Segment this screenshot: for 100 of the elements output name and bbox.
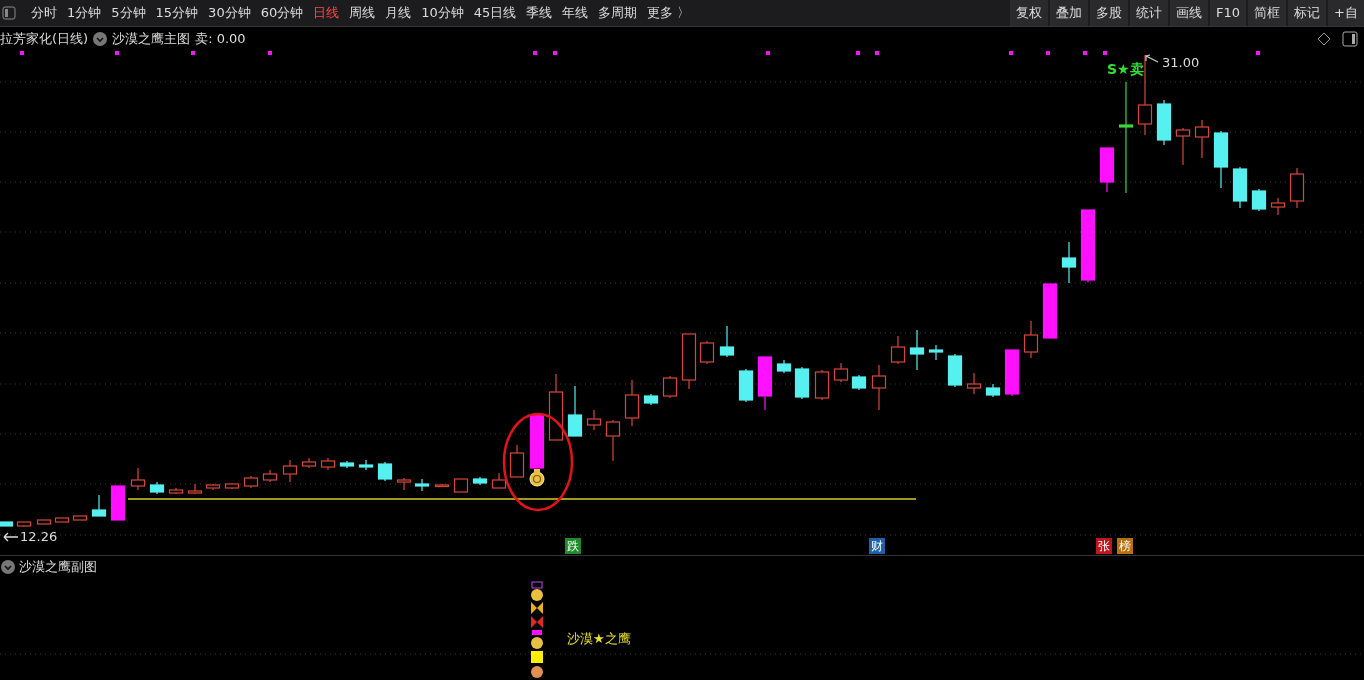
candlestick: [662, 375, 678, 399]
candlestick: [586, 409, 602, 431]
candlestick: [567, 385, 583, 437]
candlestick: [643, 393, 659, 406]
panel-toggle-icon[interactable]: [2, 6, 16, 20]
sub-pane-title: 沙漠之鹰副图: [19, 558, 97, 576]
period-tab[interactable]: 分时: [26, 4, 62, 22]
candlestick: [1270, 197, 1286, 216]
candlestick: [1194, 119, 1210, 159]
dropdown-icon[interactable]: [1, 560, 15, 574]
toolbar-button[interactable]: +自: [1328, 0, 1364, 26]
price-label: 31.00: [1162, 55, 1200, 70]
toolbar-button[interactable]: F10: [1210, 0, 1247, 26]
diamond-icon[interactable]: [1317, 31, 1331, 46]
candlestick: [0, 521, 14, 527]
period-tab[interactable]: 季线: [521, 4, 558, 22]
dropdown-icon[interactable]: [93, 31, 108, 46]
candlestick: [110, 485, 126, 521]
candlestick: [1175, 127, 1191, 166]
candlestick: [16, 521, 32, 528]
period-tab[interactable]: 5分钟: [106, 4, 151, 22]
money-bag-icon: [529, 469, 545, 487]
candlestick: [1232, 166, 1248, 209]
toolbar-button[interactable]: 简框: [1248, 0, 1287, 26]
period-tab[interactable]: 15分钟: [150, 4, 204, 22]
candlestick: [434, 483, 450, 488]
period-tab[interactable]: 月线: [380, 4, 417, 22]
arrow-icon: [1145, 54, 1159, 63]
candlestick: [282, 459, 298, 483]
candlestick: [91, 494, 107, 517]
candlestick: [301, 457, 317, 469]
event-tag[interactable]: 张: [1096, 538, 1112, 554]
candlestick: [624, 379, 640, 427]
candlestick: [54, 517, 70, 523]
toolbar-button[interactable]: 标记: [1288, 0, 1327, 26]
period-tab[interactable]: 30分钟: [203, 4, 256, 22]
candlestick: [814, 369, 830, 401]
candlestick: [871, 364, 887, 411]
period-tab[interactable]: 1分钟: [62, 4, 107, 22]
toolbar-button[interactable]: 复权: [1010, 0, 1049, 26]
candlestick: [928, 344, 944, 361]
period-tab[interactable]: 更多 〉: [642, 4, 696, 22]
indicator-reading: 卖: 0.00: [195, 29, 246, 48]
candlestick: [605, 419, 621, 462]
indicator-name: 沙漠之鹰主图: [112, 29, 191, 48]
candlestick: [262, 469, 278, 483]
panel-toggle-icon[interactable]: [1342, 30, 1358, 47]
event-tag[interactable]: 榜: [1117, 538, 1133, 554]
candlestick: [224, 482, 240, 490]
arrow-icon: [3, 532, 19, 542]
toolbar-button[interactable]: 统计: [1130, 0, 1169, 26]
candlestick: [833, 362, 849, 383]
candlestick: [681, 333, 697, 390]
candlestick: [985, 383, 1001, 398]
candlestick: [851, 374, 867, 391]
candlestick: [491, 472, 507, 489]
candlestick: [205, 483, 221, 491]
candlestick: [529, 414, 545, 469]
stock-title: 拉芳家化(日线): [0, 29, 89, 48]
signal-label: 沙漠★之鹰: [567, 630, 631, 648]
candlestick: [72, 515, 88, 521]
candlestick: [1042, 283, 1058, 339]
candlestick: [776, 359, 792, 374]
toolbar-button[interactable]: 叠加: [1050, 0, 1089, 26]
period-tab[interactable]: 日线: [308, 4, 345, 22]
period-tab[interactable]: 多周期: [593, 4, 643, 22]
candlestick: [1251, 188, 1267, 212]
candlestick: [339, 460, 355, 469]
candlestick: [1004, 349, 1020, 397]
price-label: 12.26: [20, 529, 58, 544]
candlestick: [377, 461, 393, 482]
candlestick: [699, 340, 715, 365]
candlestick: [1061, 241, 1077, 284]
candlestick: [187, 483, 203, 495]
candlestick: [453, 478, 469, 493]
candlestick: [794, 366, 810, 400]
candlestick: [130, 467, 146, 491]
candlestick: [548, 373, 564, 441]
candlestick: [719, 325, 735, 358]
candlestick: [1213, 130, 1229, 189]
candlestick: [890, 335, 906, 365]
period-tab[interactable]: 60分钟: [255, 4, 309, 22]
candlestick: [738, 368, 754, 403]
toolbar-button[interactable]: 画线: [1170, 0, 1209, 26]
candlestick: [396, 477, 412, 491]
event-tag[interactable]: 财: [869, 538, 885, 554]
period-tab[interactable]: 10分钟: [416, 4, 469, 22]
period-tab[interactable]: 年线: [557, 4, 594, 22]
candlestick: [966, 372, 982, 395]
period-tab[interactable]: 45日线: [468, 4, 522, 22]
period-tab[interactable]: 周线: [344, 4, 381, 22]
candlestick: [1156, 99, 1172, 146]
candlestick: [947, 353, 963, 388]
candlestick: [320, 457, 336, 471]
candlestick: [414, 478, 430, 492]
toolbar-button[interactable]: 多股: [1090, 0, 1129, 26]
candlestick: [358, 459, 374, 471]
candlestick: [757, 356, 773, 411]
candlestick: [168, 487, 184, 495]
event-tag[interactable]: 跌: [565, 538, 581, 554]
